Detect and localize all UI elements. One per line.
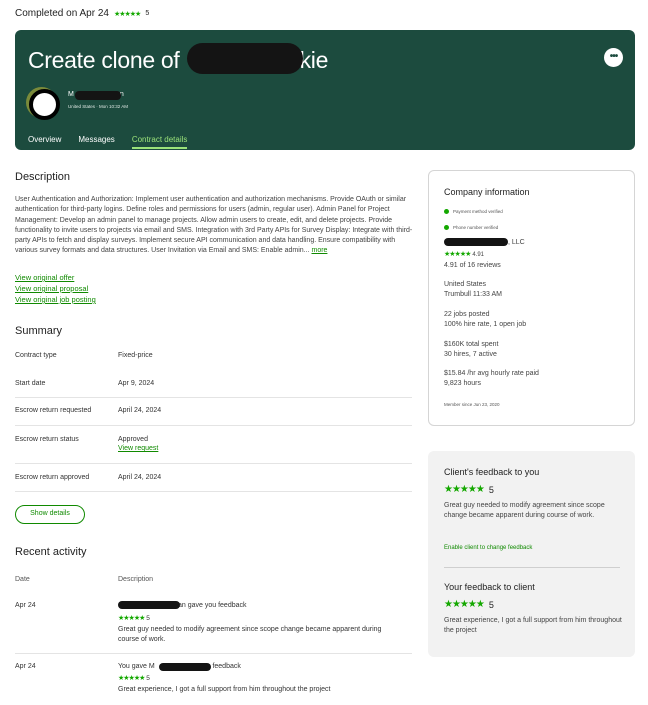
your-feedback-rating: ★★★★★ 5 — [444, 599, 494, 610]
your-feedback-comment: Great experience, I got a full support f… — [444, 617, 622, 634]
row-value: Apr 9, 2024 — [118, 380, 155, 387]
row-label: Contract type — [15, 352, 57, 359]
summary-heading: Summary — [15, 325, 63, 337]
check-icon — [444, 225, 449, 230]
client-feedback-comment: Great guy needed to modify agreement sin… — [444, 502, 605, 519]
your-feedback-heading: Your feedback to client — [444, 582, 535, 592]
payment-verified: Payment method verified — [444, 207, 503, 217]
hire-rate: 100% hire rate, 1 open job — [444, 321, 527, 328]
client-feedback-stars: ★★★★★ — [444, 484, 485, 495]
company-reviews: 4.91 of 16 reviews — [444, 262, 501, 269]
company-name: , LLC — [508, 239, 525, 246]
title-suffix: kie — [299, 47, 329, 73]
row-label: Start date — [15, 380, 46, 387]
activity-title-text: an gave you feedback — [178, 602, 247, 609]
company-info-heading: Company information — [444, 187, 530, 197]
summary-row: Contract type Fixed-price — [15, 352, 412, 370]
contract-tabs: Overview Messages Contract details — [28, 135, 188, 149]
activity-rating: ★★★★★ 5 — [118, 674, 150, 682]
row-value: Approved View request — [118, 436, 158, 452]
summary-row: Escrow return requested April 24, 2024 — [15, 407, 412, 426]
show-details-button[interactable]: Show details — [15, 505, 85, 524]
activity-row: Apr 24 You gave Man feedback ★★★★★ 5 Gre… — [15, 663, 412, 705]
activity-date: Apr 24 — [15, 663, 36, 670]
company-info-card: Company information Payment method verif… — [428, 170, 635, 426]
avg-rate: $15.84 /hr avg hourly rate paid — [444, 370, 539, 377]
tab-messages[interactable]: Messages — [78, 135, 114, 149]
avatar — [29, 89, 60, 120]
client-feedback-rating: ★★★★★ 5 — [444, 484, 494, 495]
activity-comment: Great experience, I got a full support f… — [118, 686, 331, 693]
activity-comment: Great guy needed to modify agreement sin… — [118, 626, 382, 643]
jobs-posted: 22 jobs posted — [444, 311, 490, 318]
freelancer-location: United States · Mon 10:32 AM — [68, 104, 129, 109]
contract-status: Completed on Apr 24 ★★★★★ 5 — [15, 8, 149, 19]
name-first: M — [68, 91, 74, 98]
row-value: April 24, 2024 — [118, 407, 162, 414]
company-rating-value: 4.91 — [472, 252, 485, 258]
redaction-activity-name — [118, 601, 180, 609]
client-feedback-value: 5 — [488, 484, 494, 495]
col-description-header: Description — [118, 576, 154, 583]
status-text: Completed on Apr 24 — [15, 8, 109, 19]
row-value: April 24, 2024 — [118, 474, 162, 481]
row-label: Escrow return approved — [15, 474, 90, 481]
total-spent: $160K total spent — [444, 341, 499, 348]
activity-stars: ★★★★★ — [118, 675, 145, 682]
hires-active: 30 hires, 7 active — [444, 351, 497, 358]
title-prefix: Create clone of — [28, 47, 180, 73]
more-options-icon[interactable]: ••• — [604, 48, 623, 67]
check-icon — [444, 209, 449, 214]
company-city-time: Trumbull 11:33 AM — [444, 291, 502, 298]
description-text: User Authentication and Authorization: I… — [15, 196, 413, 255]
view-job-posting-link[interactable]: View original job posting — [15, 295, 96, 304]
phone-verified-text: Phone number verified — [453, 225, 499, 230]
status-rating: 5 — [145, 10, 150, 17]
hours: 9,823 hours — [444, 380, 481, 387]
member-since: Member since Jun 23, 2020 — [444, 402, 500, 407]
activity-date: Apr 24 — [15, 602, 36, 609]
redaction-title — [187, 43, 303, 74]
tab-contract-details[interactable]: Contract details — [131, 135, 188, 149]
company-stars: ★★★★★ — [444, 251, 471, 258]
payment-verified-text: Payment method verified — [453, 209, 503, 214]
view-offer-link[interactable]: View original offer — [15, 273, 74, 282]
view-request-link[interactable]: View request — [118, 445, 158, 452]
col-date-header: Date — [15, 576, 30, 583]
recent-activity-heading: Recent activity — [15, 546, 87, 558]
row-label: Escrow return requested — [15, 407, 92, 414]
status-stars: ★★★★★ — [113, 10, 141, 18]
company-rating: ★★★★★ 4.91 — [444, 250, 484, 260]
feedback-panel: Client's feedback to you ★★★★★ 5 Great g… — [428, 451, 635, 657]
client-feedback-heading: Client's feedback to you — [444, 467, 540, 477]
activity-rating: ★★★★★ 5 — [118, 614, 150, 622]
description-body: User Authentication and Authorization: I… — [15, 195, 413, 257]
description-heading: Description — [15, 171, 71, 183]
contract-header: Create clone of kie ••• Mn United States… — [15, 30, 635, 150]
phone-verified: Phone number verified — [444, 223, 498, 233]
company-country: United States — [444, 281, 487, 288]
activity-title-prefix: You gave M — [118, 663, 155, 670]
summary-row: Start date Apr 9, 2024 — [15, 380, 412, 398]
redaction-company-name — [444, 238, 508, 246]
row-value: Fixed-price — [118, 352, 153, 359]
activity-row: Apr 24 an gave you feedback ★★★★★ 5 Grea… — [15, 601, 412, 654]
your-feedback-value: 5 — [488, 599, 494, 610]
activity-rating-value: 5 — [146, 675, 150, 682]
more-link[interactable]: more — [311, 247, 327, 254]
redaction-activity-name — [159, 663, 211, 671]
activity-stars: ★★★★★ — [118, 615, 145, 622]
activity-rating-value: 5 — [146, 615, 150, 622]
tab-overview[interactable]: Overview — [28, 135, 61, 149]
summary-row: Escrow return approved April 24, 2024 — [15, 474, 412, 492]
enable-change-feedback-link[interactable]: Enable client to change feedback — [444, 545, 532, 551]
view-proposal-link[interactable]: View original proposal — [15, 284, 88, 293]
summary-row: Escrow return status Approved View reque… — [15, 436, 412, 464]
divider — [444, 567, 620, 568]
row-label: Escrow return status — [15, 436, 79, 443]
escrow-status: Approved — [118, 436, 148, 443]
redaction-name — [75, 91, 121, 100]
your-feedback-stars: ★★★★★ — [444, 599, 485, 610]
